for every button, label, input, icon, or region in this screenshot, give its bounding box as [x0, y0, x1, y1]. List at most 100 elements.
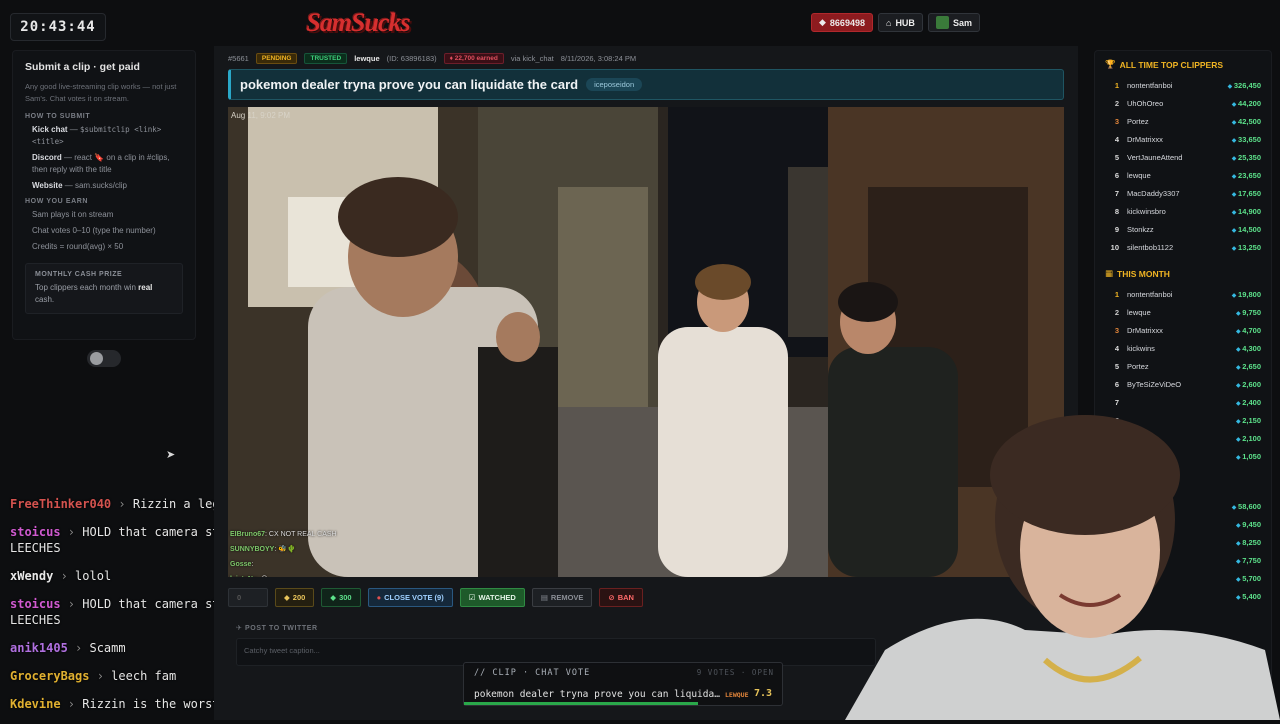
clipper-name: MacDaddy3307	[1127, 188, 1180, 198]
rank: 5	[1114, 361, 1119, 371]
vote-clip-title: pokemon dealer tryna prove you can liqui…	[474, 689, 720, 700]
leaderboard-row[interactable]: 8 kickwinsbro 14,900	[1105, 202, 1261, 220]
prize-title: MONTHLY CASH PRIZE	[35, 271, 123, 278]
how-submit-heading: HOW TO SUBMIT	[25, 113, 91, 120]
toggle-switch[interactable]	[87, 350, 121, 367]
close-vote-button[interactable]: ● CLOSE VOTE (9)	[367, 588, 453, 607]
clip-meta: #5661 PENDING TRUSTED lewque (ID: 638961…	[228, 52, 636, 65]
leaderboard-row[interactable]: 10 silentbob1122 13,250	[1105, 238, 1261, 256]
chat-username[interactable]: stoicus	[10, 525, 61, 539]
rank: 4	[1114, 343, 1119, 353]
leaderboard-row[interactable]: 4 DrMatrixxx 33,650	[1105, 130, 1261, 148]
submit-clip-panel: Submit a clip · get paid Any good live-s…	[12, 50, 196, 340]
vote-score: 7.3	[753, 688, 772, 699]
prize-text: Top clippers each month win real cash.	[35, 283, 153, 304]
chat-username[interactable]: Kdevine	[10, 697, 61, 711]
clipper-credits: 2,600	[1236, 380, 1261, 389]
earn-step: Sam plays it on stream	[32, 210, 114, 219]
mouse-cursor-icon: ➤	[166, 449, 176, 461]
submitter-name[interactable]: lewque	[354, 54, 379, 63]
home-icon: ⌂	[886, 17, 892, 28]
clipper-name: kickwins	[1127, 343, 1155, 353]
clip-date: 8/11/2026, 3:08:24 PM	[560, 54, 637, 63]
leaderboard-row[interactable]: 7 MacDaddy3307 17,650	[1105, 184, 1261, 202]
this-month-heading: ▦ THIS MONTH	[1105, 268, 1170, 279]
stream-clock: 20:43:44	[10, 13, 106, 41]
leaderboard-row[interactable]: 4 kickwins 4,300	[1105, 339, 1261, 357]
chat-username[interactable]: GroceryBags	[10, 669, 89, 683]
site-logo[interactable]: SamSucks	[305, 6, 411, 39]
clipper-name: lewque	[1127, 307, 1151, 317]
how-earn-heading: HOW YOU EARN	[25, 198, 89, 205]
chat-username[interactable]: FreeThinker040	[10, 497, 111, 511]
vote-heading: // CLIP · CHAT VOTE	[474, 668, 591, 678]
award-200-button[interactable]: ◆ 200	[275, 588, 315, 607]
clipper-credits: 4,300	[1236, 344, 1261, 353]
webcam-frame	[845, 415, 1280, 720]
leaderboard-row[interactable]: 2 UhOhOreo 44,200	[1105, 94, 1261, 112]
streamer-tag[interactable]: iceposeidon	[586, 78, 643, 91]
video-chat-line: SUNNYBOYY: 🐝🌵	[230, 546, 296, 553]
all-time-list: 1 nontentfanboi 326,450 2 UhOhOreo 44,200 3 Por…	[1105, 76, 1261, 256]
gem-icon: ◆	[819, 17, 826, 27]
user-button[interactable]: Sam	[928, 13, 981, 32]
clipper-credits: 19,800	[1232, 290, 1261, 299]
clipper-name: Portez	[1127, 116, 1149, 126]
leaderboard-row[interactable]: 3 Portez 42,500	[1105, 112, 1261, 130]
clipper-name: Portez	[1127, 361, 1149, 371]
status-badge: PENDING	[255, 53, 298, 64]
leaderboard-row[interactable]: 6 lewque 23,650	[1105, 166, 1261, 184]
rank: 2	[1114, 98, 1119, 108]
stop-icon: ●	[376, 593, 382, 602]
clip-actions: 0 ◆ 200 ◆ 300 ● CLOSE VOTE (9) ☑ WATCHED ▤ RE…	[228, 588, 643, 607]
vote-clip-user: LEWQUE	[725, 691, 749, 699]
leaderboard-row[interactable]: 3 DrMatrixxx 4,700	[1105, 321, 1261, 339]
vote-progress-bar	[464, 702, 698, 705]
clipper-credits: 9,750	[1236, 308, 1261, 317]
leaderboard-row[interactable]: 1 nontentfanboi 19,800	[1105, 285, 1261, 303]
chat-text: Scamm	[89, 641, 126, 655]
ban-button[interactable]: ⊘ BAN	[599, 588, 643, 607]
clipper-name: Stonkzz	[1127, 224, 1154, 234]
award-0-button[interactable]: 0	[228, 588, 268, 607]
clipper-credits: 326,450	[1228, 81, 1261, 90]
gems-button[interactable]: ◆ 8669498	[811, 13, 873, 32]
clipper-name: ByTeSiZeViDeO	[1127, 379, 1182, 389]
hub-label: HUB	[895, 17, 915, 28]
leaderboard-row[interactable]: 5 VertJauneAttend 25,350	[1105, 148, 1261, 166]
rank: 2	[1114, 307, 1119, 317]
gem-icon: ◆	[284, 593, 290, 602]
leaderboard-row[interactable]: 1 nontentfanboi 326,450	[1105, 76, 1261, 94]
watched-button[interactable]: ☑ WATCHED	[459, 588, 525, 607]
all-time-heading: 🏆 ALL TIME TOP CLIPPERS	[1105, 59, 1224, 70]
rank: 6	[1114, 170, 1119, 180]
remove-button[interactable]: ▤ REMOVE	[531, 588, 593, 607]
clipper-name: kickwinsbro	[1127, 206, 1166, 216]
award-300-button[interactable]: ◆ 300	[321, 588, 361, 607]
rank: 3	[1114, 116, 1119, 126]
video-chat-line: Gosse:	[230, 561, 254, 568]
clipper-credits: 23,650	[1232, 171, 1261, 180]
rank: 1	[1114, 289, 1119, 299]
clipper-name: DrMatrixxx	[1127, 325, 1163, 335]
chat-username[interactable]: stoicus	[10, 597, 61, 611]
leaderboard-row[interactable]: 5 Portez 2,650	[1105, 357, 1261, 375]
trust-badge: TRUSTED	[304, 53, 348, 64]
rank: 5	[1114, 152, 1119, 162]
streamer-webcam	[845, 400, 1280, 720]
leaderboard-row[interactable]: 9 Stonkzz 14,500	[1105, 220, 1261, 238]
website-instructions[interactable]: Website — sam.sucks/clip	[25, 180, 183, 192]
hub-button[interactable]: ⌂ HUB	[878, 13, 923, 32]
check-icon: ☑	[468, 593, 476, 602]
chat-username[interactable]: xWendy	[10, 569, 53, 583]
clipper-credits: 2,650	[1236, 362, 1261, 371]
vote-status: 9 VOTES · OPEN	[696, 668, 774, 677]
tweet-label: ✈ POST TO TWITTER	[236, 625, 318, 632]
clipper-name: silentbob1122	[1127, 242, 1174, 252]
submitter-id: (ID: 63896183)	[386, 54, 437, 63]
clipper-credits: 13,250	[1232, 243, 1261, 252]
chat-vote-widget: // CLIP · CHAT VOTE 9 VOTES · OPEN pokem…	[463, 662, 783, 706]
leaderboard-row[interactable]: 6 ByTeSiZeViDeO 2,600	[1105, 375, 1261, 393]
chat-username[interactable]: anik1405	[10, 641, 68, 655]
leaderboard-row[interactable]: 2 lewque 9,750	[1105, 303, 1261, 321]
